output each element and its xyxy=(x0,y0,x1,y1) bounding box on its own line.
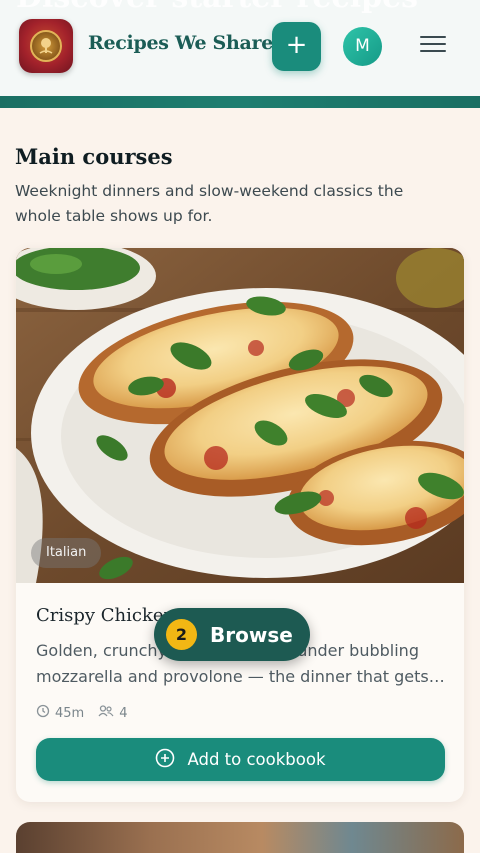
add-recipe-button[interactable]: + xyxy=(272,22,321,71)
cook-time: 45m xyxy=(55,705,85,721)
user-avatar[interactable]: M xyxy=(343,27,382,66)
recipe-photo[interactable]: Italian xyxy=(16,248,464,583)
recipe-description-line-2: mozzarella and provolone — the dinner th… xyxy=(36,667,445,686)
add-to-cookbook-button[interactable]: Add to cookbook xyxy=(36,738,445,781)
brand-name[interactable]: Recipes We Share xyxy=(88,32,273,54)
app-header: Discover starter recipes Recipes We Shar… xyxy=(0,0,480,96)
tree-medallion-icon xyxy=(30,30,62,62)
recipe-card[interactable]: Italian Crispy Chicken Parmesan Golden, … xyxy=(16,248,464,802)
browse-floating-button[interactable]: 2 Browse xyxy=(154,608,310,661)
header-ghost-title: Discover starter recipes xyxy=(16,0,418,15)
servings-count: 4 xyxy=(119,705,128,721)
recipe-meta: 45m 4 xyxy=(36,704,128,722)
section-title: Main courses xyxy=(15,144,173,169)
section-description: Weeknight dinners and slow-weekend class… xyxy=(15,182,404,225)
clock-icon xyxy=(36,704,50,722)
browse-step-badge: 2 xyxy=(166,619,197,650)
add-to-cookbook-label: Add to cookbook xyxy=(187,750,326,769)
cuisine-tag[interactable]: Italian xyxy=(31,538,102,568)
app-logo[interactable] xyxy=(19,19,73,73)
hamburger-menu-icon[interactable] xyxy=(420,36,446,58)
recipe-card-next[interactable] xyxy=(16,822,464,853)
header-accent-bar xyxy=(0,96,480,108)
browse-label: Browse xyxy=(210,622,293,647)
servings-icon xyxy=(98,704,114,722)
plus-circle-icon xyxy=(155,748,175,772)
